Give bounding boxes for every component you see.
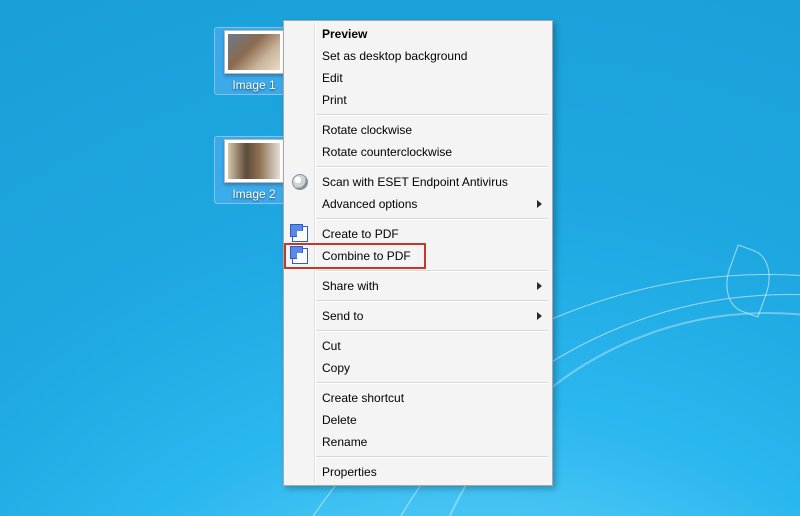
menu-item-label: Cut	[322, 339, 341, 353]
menu-item-create-to-pdf[interactable]: Create to PDF	[286, 223, 550, 245]
menu-item-set-as-desktop-background[interactable]: Set as desktop background	[286, 45, 550, 67]
menu-item-send-to[interactable]: Send to	[286, 305, 550, 327]
menu-item-label: Properties	[322, 465, 377, 479]
menu-item-label: Delete	[322, 413, 357, 427]
eset-icon	[292, 174, 308, 190]
menu-item-rename[interactable]: Rename	[286, 431, 550, 453]
image-thumbnail	[224, 139, 284, 183]
menu-item-create-shortcut[interactable]: Create shortcut	[286, 387, 550, 409]
menu-item-scan-eset[interactable]: Scan with ESET Endpoint Antivirus	[286, 171, 550, 193]
menu-item-copy[interactable]: Copy	[286, 357, 550, 379]
menu-item-rotate-counterclockwise[interactable]: Rotate counterclockwise	[286, 141, 550, 163]
submenu-arrow-icon	[537, 312, 542, 320]
menu-item-label: Rotate clockwise	[322, 123, 412, 137]
menu-separator	[316, 270, 548, 272]
menu-item-delete[interactable]: Delete	[286, 409, 550, 431]
menu-item-edit[interactable]: Edit	[286, 67, 550, 89]
desktop-icon-label: Image 2	[217, 187, 291, 201]
menu-item-label: Create shortcut	[322, 391, 404, 405]
menu-item-properties[interactable]: Properties	[286, 461, 550, 483]
menu-separator	[316, 300, 548, 302]
submenu-arrow-icon	[537, 282, 542, 290]
pdf-icon	[292, 248, 308, 264]
decorative-leaf	[717, 244, 780, 317]
submenu-arrow-icon	[537, 200, 542, 208]
menu-item-label: Edit	[322, 71, 343, 85]
menu-separator	[316, 114, 548, 116]
image-thumbnail	[224, 30, 284, 74]
menu-item-print[interactable]: Print	[286, 89, 550, 111]
menu-item-label: Rotate counterclockwise	[322, 145, 452, 159]
menu-item-label: Copy	[322, 361, 350, 375]
menu-separator	[316, 456, 548, 458]
desktop[interactable]: Image 1 Image 2 Preview Set as desktop b…	[0, 0, 800, 516]
menu-separator	[316, 382, 548, 384]
menu-item-label: Share with	[322, 279, 379, 293]
menu-separator	[316, 166, 548, 168]
menu-item-label: Print	[322, 93, 347, 107]
menu-item-rotate-clockwise[interactable]: Rotate clockwise	[286, 119, 550, 141]
desktop-icon-image-1[interactable]: Image 1	[215, 28, 293, 94]
context-menu: Preview Set as desktop background Edit P…	[283, 20, 553, 486]
menu-separator	[316, 218, 548, 220]
menu-item-label: Preview	[322, 27, 367, 41]
menu-separator	[316, 330, 548, 332]
desktop-icon-label: Image 1	[217, 78, 291, 92]
menu-item-label: Advanced options	[322, 197, 417, 211]
menu-item-advanced-options[interactable]: Advanced options	[286, 193, 550, 215]
menu-item-label: Scan with ESET Endpoint Antivirus	[322, 175, 508, 189]
desktop-icon-image-2[interactable]: Image 2	[215, 137, 293, 203]
menu-item-combine-to-pdf[interactable]: Combine to PDF	[286, 245, 550, 267]
menu-item-label: Create to PDF	[322, 227, 399, 241]
menu-item-label: Set as desktop background	[322, 49, 467, 63]
menu-item-preview[interactable]: Preview	[286, 23, 550, 45]
menu-item-label: Send to	[322, 309, 363, 323]
pdf-icon	[292, 226, 308, 242]
menu-item-share-with[interactable]: Share with	[286, 275, 550, 297]
menu-item-cut[interactable]: Cut	[286, 335, 550, 357]
menu-item-label: Rename	[322, 435, 367, 449]
menu-item-label: Combine to PDF	[322, 249, 411, 263]
